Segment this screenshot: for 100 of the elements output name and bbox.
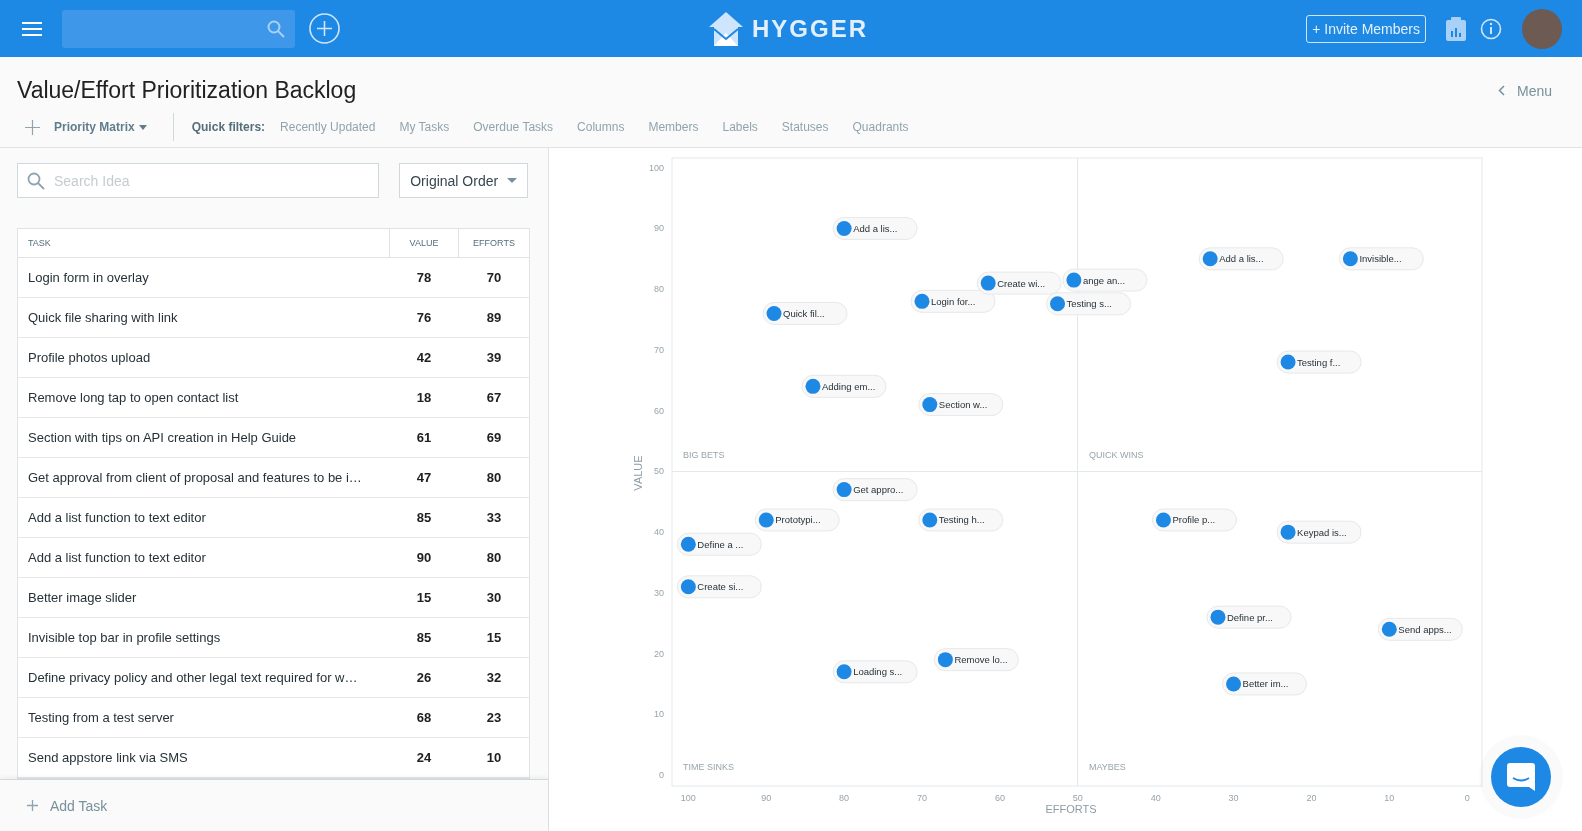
task-name[interactable]: Quick file sharing with link <box>18 310 389 325</box>
table-cell-text: 85 <box>415 510 433 525</box>
logo-text: HYGGER <box>752 14 868 43</box>
task-chip[interactable]: Remove lo... <box>933 648 1019 672</box>
axis-tick-label: 70 <box>917 793 927 803</box>
axis-tick-label: 60 <box>994 793 1005 803</box>
task-name[interactable]: Send appstore link via SMS <box>18 750 389 765</box>
page-title: Value/Effort Prioritization Backlog <box>17 77 357 104</box>
task-chip[interactable]: Create si... <box>676 575 762 599</box>
column-header: EFFORTS <box>472 237 516 250</box>
task-chip[interactable]: Section w... <box>918 393 1004 417</box>
point <box>680 579 696 595</box>
task-chip[interactable]: Adding em... <box>801 374 887 398</box>
task-name[interactable]: Invisible top bar in profile settings <box>18 630 389 645</box>
task-chip[interactable]: ange an... <box>1062 268 1148 292</box>
axis-tick-label: 40 <box>654 527 664 538</box>
chat-icon <box>1507 763 1535 791</box>
add-icon[interactable] <box>309 13 340 44</box>
task-name[interactable]: Get approval from client of proposal and features to be i… <box>18 470 389 485</box>
table-cell-text: 30 <box>485 590 503 605</box>
task-chip[interactable]: Keypad is... <box>1276 520 1362 544</box>
point <box>1381 621 1397 637</box>
user-avatar[interactable] <box>1522 8 1562 49</box>
table-cell-text: 18 <box>415 390 433 405</box>
task-chip[interactable]: Testing s... <box>1046 292 1132 316</box>
table-cell-text: 39 <box>485 350 503 365</box>
task-chip[interactable]: Quick fil... <box>762 302 848 325</box>
logo-icon <box>708 10 744 47</box>
axis-tick-label: 90 <box>761 793 772 803</box>
info-icon[interactable] <box>1480 17 1502 40</box>
table-cell-text: 85 <box>415 630 433 645</box>
task-name[interactable]: Section with tips on API creation in Help Guide <box>18 430 389 445</box>
axis-tick-label: 100 <box>648 162 664 173</box>
table-cell-text: 26 <box>415 670 433 685</box>
task-name[interactable]: Define privacy policy and other legal text required for w… <box>18 670 389 685</box>
task-name[interactable]: Remove long tap to open contact list <box>18 390 389 405</box>
task-name[interactable]: Login form in overlay <box>18 270 389 285</box>
search-icon <box>267 19 285 38</box>
point <box>1280 354 1296 370</box>
task-name[interactable]: Add a list function to text editor <box>18 510 389 525</box>
point <box>914 293 930 309</box>
table-cell-text: 78 <box>415 270 433 285</box>
table-cell-text: 42 <box>415 350 433 365</box>
caret-icon <box>138 124 147 130</box>
task-chip[interactable]: Better im... <box>1222 672 1308 696</box>
chat-button[interactable] <box>1491 747 1551 807</box>
table-cell-text: 90 <box>415 550 433 565</box>
point <box>805 378 821 394</box>
table-cell-text: 80 <box>485 550 503 565</box>
caret-icon <box>507 178 517 183</box>
axis-tick-label: 90 <box>654 223 664 234</box>
task-chip[interactable]: Prototypi... <box>754 508 840 532</box>
chevron-left-icon <box>1497 85 1505 96</box>
axis-tick-label: 20 <box>654 648 664 659</box>
table-cell-text: 32 <box>485 670 503 685</box>
plus-icon <box>27 800 38 811</box>
task-chip[interactable]: Get appro... <box>832 478 918 502</box>
axis-tick-label: 0 <box>659 770 664 781</box>
point <box>1066 272 1082 288</box>
task-name[interactable]: Profile photos upload <box>18 350 389 365</box>
point <box>1050 296 1066 312</box>
view-selector[interactable]: Priority Matrix <box>48 119 153 135</box>
axis-tick-label: 10 <box>654 709 664 720</box>
table-cell-text: 89 <box>485 310 503 325</box>
task-chip[interactable]: Loading s... <box>832 660 918 684</box>
axis-tick-label: 50 <box>1072 793 1083 803</box>
search-field[interactable] <box>62 9 295 48</box>
task-chip[interactable]: Profile p... <box>1151 508 1237 532</box>
menu-icon[interactable] <box>22 21 42 36</box>
search-field[interactable]: Search Idea <box>17 163 380 198</box>
task-chip[interactable]: Add a lis... <box>832 216 918 240</box>
report-icon[interactable] <box>1446 16 1466 41</box>
task-chip[interactable]: Invisible... <box>1338 247 1424 271</box>
table-cell-text: 47 <box>415 470 433 485</box>
task-chip[interactable]: Add a lis... <box>1198 247 1284 271</box>
task-name[interactable]: Testing from a test server <box>18 710 389 725</box>
quadrant-label: BIG BETS <box>683 450 725 460</box>
task-name[interactable]: Better image slider <box>18 590 389 605</box>
table-cell-text: 80 <box>485 470 503 485</box>
task-chip[interactable]: Create wi... <box>976 271 1062 295</box>
point <box>922 512 938 528</box>
task-chip[interactable]: Testing h... <box>918 508 1004 532</box>
task-chip[interactable]: Define a ... <box>676 532 762 556</box>
axis-tick-label: 80 <box>654 284 664 295</box>
point <box>1226 676 1242 692</box>
axis-title: VALUE <box>632 455 644 491</box>
task-chip[interactable]: Define pr... <box>1206 605 1292 629</box>
sort-dropdown[interactable]: Original Order <box>399 163 528 198</box>
task-chip[interactable]: Send apps... <box>1377 617 1463 641</box>
quadrant-label: MAYBES <box>1089 762 1126 772</box>
table-cell-text: 24 <box>415 750 433 765</box>
axis-tick-label: 80 <box>839 793 850 803</box>
table-cell-text: 33 <box>485 510 503 525</box>
column-header: TASK <box>27 237 52 250</box>
column-header: VALUE <box>389 229 459 257</box>
table-cell-text: 70 <box>485 270 503 285</box>
table-cell-text: 76 <box>415 310 433 325</box>
task-chip[interactable]: Testing f... <box>1276 350 1362 374</box>
task-chip[interactable]: Login for... <box>910 289 996 313</box>
task-name[interactable]: Add a list function to text editor <box>18 550 389 565</box>
